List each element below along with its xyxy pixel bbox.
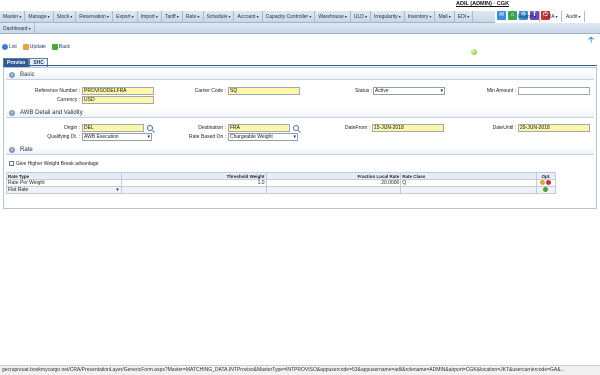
rate-class-input[interactable] — [400, 186, 537, 194]
rate-table: Rate Type Threshold Weight Fraction Loca… — [6, 172, 556, 194]
back-button[interactable]: Back — [51, 44, 71, 50]
update-icon — [22, 44, 29, 50]
edit-icon[interactable] — [540, 180, 545, 186]
menu-mail[interactable]: Mail — [435, 11, 455, 23]
section-basic-title: Basic — [20, 72, 35, 78]
min-amount-label: Min Amount : — [486, 88, 516, 94]
col-options: Opt. — [536, 172, 556, 180]
menu-master[interactable]: Master — [0, 11, 26, 23]
section-rate-title: Rate — [20, 147, 33, 153]
add-icon[interactable] — [543, 187, 548, 193]
collapse-icon[interactable]: » — [9, 110, 15, 116]
menu-report[interactable]: Report — [515, 11, 541, 22]
fraction-input[interactable] — [265, 186, 402, 194]
rate-based-on-label: Rate Based On : — [189, 134, 226, 140]
section-basic-header[interactable]: » Basic — [6, 71, 594, 80]
row-add — [536, 186, 556, 194]
date-from-label: DateFrom : — [344, 125, 370, 131]
currency-label: Currency : — [56, 97, 80, 103]
menu-tariff[interactable]: Tariff — [162, 11, 183, 23]
menu-reservation[interactable]: Reservation — [76, 11, 114, 23]
collapse-icon[interactable]: » — [9, 147, 15, 153]
min-amount-input[interactable] — [518, 87, 590, 95]
col-threshold-weight: Threshold Weight — [120, 172, 267, 180]
delete-icon[interactable] — [546, 180, 551, 186]
col-fraction-local-rate: Fraction Local Rate — [265, 172, 402, 180]
qualifying-date-select[interactable]: AWB Execution — [82, 133, 152, 141]
status-indicator-icon — [471, 49, 477, 55]
browser-status-bar: gecrapreuat.bookmycargo.net/CRA/Presenta… — [0, 365, 600, 375]
row-options — [536, 179, 556, 187]
weight-break-checkbox[interactable] — [9, 161, 14, 166]
menu-uld[interactable]: ULD — [351, 11, 371, 23]
chevron-down-icon: ▾ — [116, 187, 119, 193]
menu-manage[interactable]: Manage — [25, 11, 54, 23]
weight-break-label: Give Higher Weight Break advantage — [16, 161, 99, 167]
user-name[interactable]: ADIL (ADMIN) · CGK — [456, 1, 509, 7]
table-input-row[interactable]: Flat Rate ▾ — [6, 186, 556, 194]
rate-based-on-select[interactable]: Chargeable Weight — [228, 133, 298, 141]
email-icon[interactable]: ✉ — [497, 11, 506, 20]
col-rate-type: Rate Type — [6, 172, 122, 180]
rate-type-select[interactable]: Flat Rate ▾ — [6, 186, 122, 194]
carrier-code-label: Carrier Code : — [194, 88, 226, 94]
main-menu-row2: Report CRA Audit Dashboard — [0, 11, 600, 34]
currency-input[interactable]: USD — [82, 96, 154, 104]
rate-type-cell: Rate Per Weight — [6, 179, 122, 187]
menu-schedule[interactable]: Schedule — [204, 11, 235, 23]
destination-label: Destination : — [198, 125, 226, 131]
update-label: Update — [29, 44, 46, 50]
user-bar: ADIL (ADMIN) · CGK — [0, 0, 600, 10]
menu-account[interactable]: Account — [234, 11, 263, 23]
section-rate-header[interactable]: » Rate — [6, 146, 594, 155]
menu-irregularity[interactable]: Irregularity — [371, 11, 405, 23]
collapse-icon[interactable]: » — [9, 72, 15, 78]
status-select[interactable]: Active — [373, 87, 445, 95]
list-button[interactable]: List — [2, 44, 17, 50]
origin-label: Origin : — [63, 125, 80, 131]
menu-inventory[interactable]: Inventory — [405, 11, 436, 23]
menu-warehouse[interactable]: Warehouse — [315, 11, 351, 23]
date-from-input[interactable]: 15-JUN-2018 — [372, 124, 444, 132]
menu-capacity-controller[interactable]: Capacity Controller — [263, 11, 316, 23]
rate-class-cell: Q — [400, 179, 537, 187]
fraction-cell: 20.0000 — [265, 179, 402, 187]
menu-rate[interactable]: Rate — [183, 11, 204, 23]
destination-search-icon[interactable] — [293, 125, 299, 131]
menu-cra[interactable]: CRA — [541, 11, 562, 22]
threshold-cell: 1.0 — [120, 179, 267, 187]
rate-type-select-value: Flat Rate — [8, 187, 29, 193]
back-arrow-icon — [51, 44, 58, 50]
col-rate-class: Rate Class — [400, 172, 537, 180]
qualifying-date-label: Qualifying Dt. : — [47, 134, 80, 140]
list-label: List — [9, 44, 17, 50]
menu-audit[interactable]: Audit — [563, 11, 585, 22]
reference-number-label: Reference Number : — [34, 88, 80, 94]
threshold-input[interactable] — [120, 186, 267, 194]
menu-import[interactable]: Import — [138, 11, 162, 23]
menu-stock[interactable]: Stock — [54, 11, 77, 23]
origin-search-icon[interactable] — [147, 125, 153, 131]
carrier-code-input[interactable]: SQ — [228, 87, 300, 95]
date-until-label: DateUntil : — [492, 125, 516, 131]
date-until-input[interactable]: 29-JUN-2018 — [518, 124, 590, 132]
update-button[interactable]: Update — [22, 44, 46, 50]
back-label: Back — [58, 44, 71, 50]
origin-input[interactable]: DEL — [82, 124, 144, 132]
menu-dashboard[interactable]: Dashboard — [0, 23, 35, 34]
section-awb-header[interactable]: » AWB Detail and Validity — [6, 109, 594, 118]
action-bar: List Update Back — [2, 44, 70, 50]
section-awb-title: AWB Detail and Validity — [20, 110, 83, 116]
scroll-up-icon[interactable]: 🡡 — [588, 34, 594, 48]
menu-edi[interactable]: EDI — [455, 11, 474, 23]
reference-number-input[interactable]: PROVISODELFRA — [82, 87, 154, 95]
destination-input[interactable]: FRA — [228, 124, 290, 132]
tab-underline — [3, 65, 597, 66]
list-icon — [2, 44, 8, 50]
menu-export[interactable]: Export — [113, 11, 138, 23]
table-row[interactable]: Rate Per Weight 1.0 20.0000 Q — [6, 179, 556, 187]
main-menu: Master Manage Stock Reservation Export I… — [0, 11, 495, 23]
status-label: Status : — [355, 88, 372, 94]
